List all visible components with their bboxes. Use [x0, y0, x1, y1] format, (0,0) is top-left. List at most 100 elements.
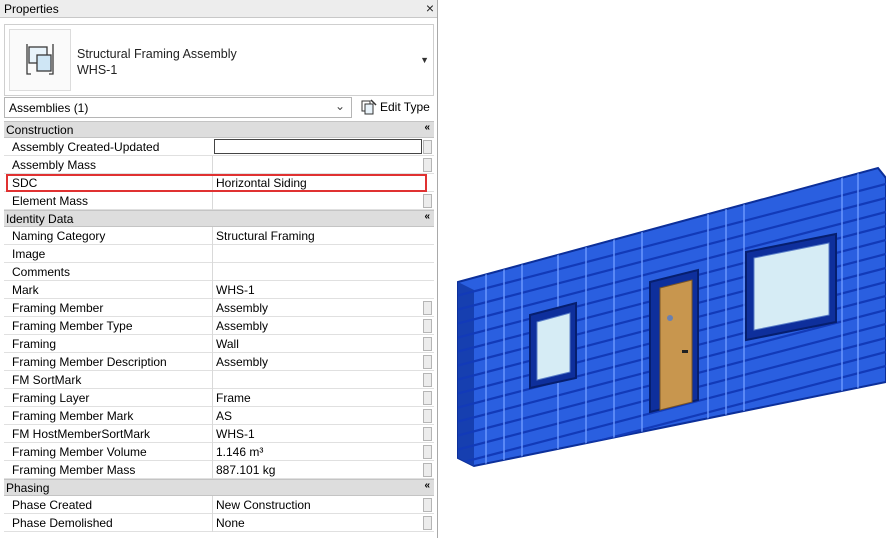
property-row[interactable]: Framing Member Type Assembly: [4, 317, 434, 335]
row-scroll-handle: [423, 140, 432, 154]
property-name: FM HostMemberSortMark: [12, 427, 151, 441]
properties-title-bar: Properties ×: [0, 0, 437, 18]
panel-title: Properties: [4, 2, 59, 16]
property-name: Phase Created: [12, 498, 93, 512]
property-name: Assembly Mass: [12, 158, 97, 172]
row-scroll-handle: [423, 391, 432, 405]
3d-view-canvas[interactable]: [446, 0, 886, 538]
column-divider: [212, 227, 213, 245]
row-scroll-handle: [423, 463, 432, 477]
property-row[interactable]: FM HostMemberSortMark WHS-1: [4, 425, 434, 443]
property-value: WHS-1: [216, 283, 255, 297]
highlight-box: [6, 174, 427, 192]
property-value: 1.146 m³: [216, 445, 264, 459]
door-handle-icon: [682, 350, 688, 353]
property-row[interactable]: Image: [4, 245, 434, 263]
property-row-highlighted[interactable]: SDC Horizontal Siding: [4, 174, 434, 192]
collapse-icon[interactable]: «: [424, 480, 430, 491]
property-row[interactable]: Framing Member Mark AS: [4, 407, 434, 425]
property-name: Framing Member Description: [12, 355, 167, 369]
property-row[interactable]: Assembly Created-Updated: [4, 138, 434, 156]
edit-type-button[interactable]: Edit Type: [358, 97, 434, 118]
collapse-icon[interactable]: «: [424, 122, 430, 133]
property-row[interactable]: Comments: [4, 263, 434, 281]
group-label: Construction: [6, 123, 74, 137]
chevron-down-icon[interactable]: ⌄: [335, 99, 345, 113]
property-name: Image: [12, 247, 46, 261]
property-name: Framing Member Mark: [12, 409, 134, 423]
column-divider: [212, 389, 213, 407]
property-value: WHS-1: [216, 427, 255, 441]
column-divider: [212, 263, 213, 281]
type-name: Structural Framing Assembly WHS-1: [77, 46, 237, 78]
column-divider: [212, 461, 213, 479]
property-row[interactable]: Phase Demolished None: [4, 514, 434, 532]
column-divider: [212, 299, 213, 317]
property-value-input[interactable]: [214, 139, 422, 154]
dropdown-arrow-icon[interactable]: ▼: [420, 55, 429, 65]
column-divider: [212, 335, 213, 353]
property-value: Assembly: [216, 355, 269, 369]
collapse-icon[interactable]: «: [424, 211, 430, 222]
row-scroll-handle: [423, 409, 432, 423]
property-row[interactable]: Framing Wall: [4, 335, 434, 353]
filter-row: Assemblies (1) ⌄ Edit Type: [4, 97, 434, 119]
column-divider: [212, 407, 213, 425]
window-small-glass: [536, 312, 571, 381]
filter-value: Assemblies (1): [9, 101, 89, 115]
door-viewer-icon: [667, 315, 673, 321]
type-selector[interactable]: Structural Framing Assembly WHS-1 ▼: [4, 24, 434, 96]
row-scroll-handle: [423, 427, 432, 441]
property-value: Wall: [216, 337, 239, 351]
group-label: Identity Data: [6, 212, 74, 226]
row-scroll-handle: [423, 337, 432, 351]
property-row[interactable]: Framing Layer Frame: [4, 389, 434, 407]
property-row[interactable]: Framing Member Volume 1.146 m³: [4, 443, 434, 461]
row-scroll-handle: [423, 194, 432, 208]
property-value: Frame: [216, 391, 251, 405]
property-row[interactable]: Naming Category Structural Framing: [4, 227, 434, 245]
column-divider: [212, 425, 213, 443]
row-scroll-handle: [423, 301, 432, 315]
property-row[interactable]: Assembly Mass: [4, 156, 434, 174]
column-divider: [212, 514, 213, 532]
group-construction[interactable]: Construction «: [4, 121, 434, 138]
group-identity-data[interactable]: Identity Data «: [4, 210, 434, 227]
property-value: 887.101 kg: [216, 463, 276, 477]
property-name: FM SortMark: [12, 373, 82, 387]
group-phasing[interactable]: Phasing «: [4, 479, 434, 496]
assembly-type-icon: [9, 29, 71, 91]
property-value: Assembly: [216, 301, 269, 315]
property-name: Phase Demolished: [12, 516, 113, 530]
property-value: Structural Framing: [216, 229, 315, 243]
property-name: Framing Layer: [12, 391, 90, 405]
row-scroll-handle: [423, 158, 432, 172]
property-row[interactable]: Phase Created New Construction: [4, 496, 434, 514]
property-row[interactable]: FM SortMark: [4, 371, 434, 389]
property-name: Mark: [12, 283, 39, 297]
property-row[interactable]: Framing Member Description Assembly: [4, 353, 434, 371]
property-value: AS: [216, 409, 233, 423]
column-divider: [212, 245, 213, 263]
instance-filter-select[interactable]: Assemblies (1) ⌄: [4, 97, 352, 118]
property-row[interactable]: Element Mass: [4, 192, 434, 210]
wall-assembly-model[interactable]: [446, 0, 886, 538]
column-divider: [212, 443, 213, 461]
property-value: None: [216, 516, 245, 530]
edit-type-icon: [361, 99, 377, 115]
property-row[interactable]: Framing Member Mass 887.101 kg: [4, 461, 434, 479]
row-scroll-handle: [423, 355, 432, 369]
property-row[interactable]: Mark WHS-1: [4, 281, 434, 299]
type-family-label: Structural Framing Assembly: [77, 47, 237, 61]
row-scroll-handle: [423, 373, 432, 387]
property-name: Naming Category: [12, 229, 106, 243]
door-panel: [659, 279, 693, 411]
row-scroll-handle: [423, 516, 432, 530]
property-name: Framing Member Volume: [12, 445, 147, 459]
window-large-glass: [753, 242, 830, 331]
close-icon[interactable]: ×: [426, 0, 434, 16]
property-name: Framing Member: [12, 301, 104, 315]
row-scroll-handle: [423, 445, 432, 459]
property-row[interactable]: Framing Member Assembly: [4, 299, 434, 317]
properties-panel: Properties × Structural Framing Assembly…: [0, 0, 438, 538]
